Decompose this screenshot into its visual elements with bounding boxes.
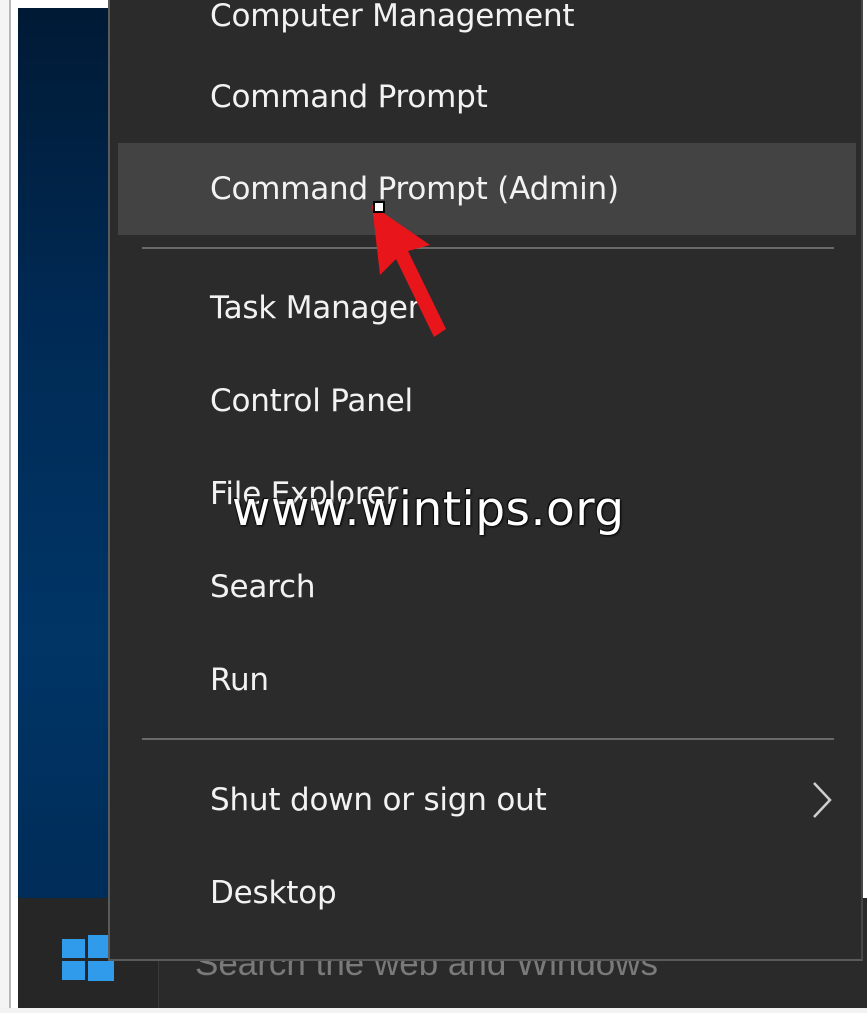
menu-item-search[interactable]: Search: [110, 541, 861, 633]
menu-item-command-prompt-admin[interactable]: Command Prompt (Admin): [118, 143, 856, 235]
menu-item-desktop[interactable]: Desktop: [110, 847, 861, 939]
menu-separator: [142, 247, 834, 249]
menu-item-label: Desktop: [210, 875, 337, 911]
frame-bottom: [0, 1008, 867, 1013]
menu-item-command-prompt[interactable]: Command Prompt: [110, 51, 861, 143]
frame-border-line: [9, 0, 11, 1013]
menu-item-label: Command Prompt (Admin): [210, 171, 619, 207]
menu-item-label: Run: [210, 662, 269, 698]
red-arrow-icon: [372, 205, 446, 337]
menu-separator: [142, 738, 834, 740]
menu-item-task-manager[interactable]: Task Manager: [110, 262, 861, 354]
menu-item-shut-down[interactable]: Shut down or sign out: [110, 754, 861, 846]
windows-logo-icon[interactable]: [62, 935, 114, 981]
mouse-cursor-icon: [373, 201, 385, 213]
power-user-menu: Computer Management Command Prompt Comma…: [108, 0, 863, 961]
menu-item-control-panel[interactable]: Control Panel: [110, 355, 861, 447]
screenshot: Search the web and Windows Computer Mana…: [0, 0, 867, 1013]
menu-item-label: Control Panel: [210, 383, 413, 419]
menu-item-label: Command Prompt: [210, 79, 488, 115]
menu-item-run[interactable]: Run: [110, 634, 861, 726]
menu-item-computer-management[interactable]: Computer Management: [110, 0, 861, 42]
menu-item-label: Shut down or sign out: [210, 782, 547, 818]
menu-item-label: Computer Management: [210, 0, 575, 34]
chevron-right-icon: [813, 782, 832, 818]
menu-item-label: Search: [210, 569, 316, 605]
watermark-text: www.wintips.org: [232, 482, 625, 537]
frame-border: [0, 0, 9, 1013]
